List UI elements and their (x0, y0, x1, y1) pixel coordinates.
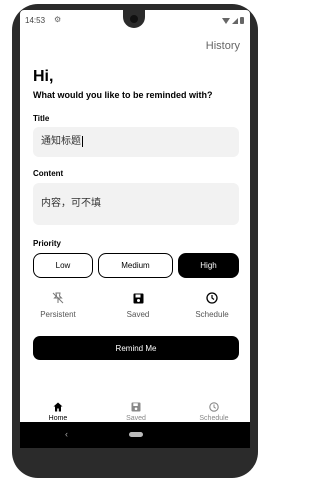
home-pill-icon[interactable] (129, 432, 143, 437)
settings-gear-icon: ⚙ (54, 15, 62, 24)
priority-high-button[interactable]: High (178, 253, 239, 278)
status-time: 14:53 (25, 16, 46, 25)
saved-label: Saved (126, 310, 150, 319)
nav-tab-saved[interactable]: Saved (106, 402, 166, 422)
content-label: Content (33, 169, 64, 178)
save-icon (108, 291, 168, 305)
home-icon (28, 402, 88, 412)
remind-me-button[interactable]: Remind Me (33, 336, 239, 360)
clock-icon (184, 402, 244, 412)
priority-medium-button[interactable]: Medium (98, 253, 173, 278)
nav-saved-label: Saved (126, 415, 146, 422)
status-bar: 14:53 ⚙ (20, 10, 250, 32)
signal-icon (232, 17, 238, 24)
nav-tab-home[interactable]: Home (28, 402, 88, 422)
title-label: Title (33, 114, 50, 123)
nav-schedule-label: Schedule (199, 415, 229, 422)
system-icons (222, 17, 244, 24)
persistent-label: Persistent (40, 310, 76, 319)
schedule-label: Schedule (195, 310, 229, 319)
saved-toggle[interactable]: Saved (108, 291, 168, 319)
save-icon (106, 402, 166, 412)
title-input[interactable]: 通知标题 (33, 127, 239, 157)
schedule-toggle[interactable]: Schedule (182, 291, 242, 319)
nav-home-label: Home (48, 415, 68, 422)
camera-notch (123, 10, 145, 28)
back-icon[interactable]: ‹ (65, 429, 68, 439)
content-input[interactable]: 内容，可不填 (33, 183, 239, 225)
priority-low-button[interactable]: Low (33, 253, 93, 278)
app-screen: 14:53 ⚙ History Hi, What would you like … (20, 10, 250, 422)
greeting-title: Hi, (33, 68, 54, 85)
text-cursor (82, 135, 83, 147)
content-placeholder: 内容，可不填 (41, 198, 101, 209)
pin-off-icon (28, 291, 88, 305)
battery-icon (240, 17, 244, 24)
title-value: 通知标题 (41, 136, 81, 147)
clock-icon (182, 291, 242, 305)
bottom-navigation: Home Saved Schedule (20, 402, 250, 422)
nav-tab-schedule[interactable]: Schedule (184, 402, 244, 422)
wifi-icon (222, 17, 230, 24)
history-link[interactable]: History (206, 40, 240, 52)
priority-label: Priority (33, 239, 62, 248)
camera-icon (130, 15, 138, 23)
system-navigation-bar: ‹ (20, 422, 250, 448)
greeting-question: What would you like to be reminded with? (33, 90, 213, 100)
persistent-toggle[interactable]: Persistent (28, 291, 88, 319)
